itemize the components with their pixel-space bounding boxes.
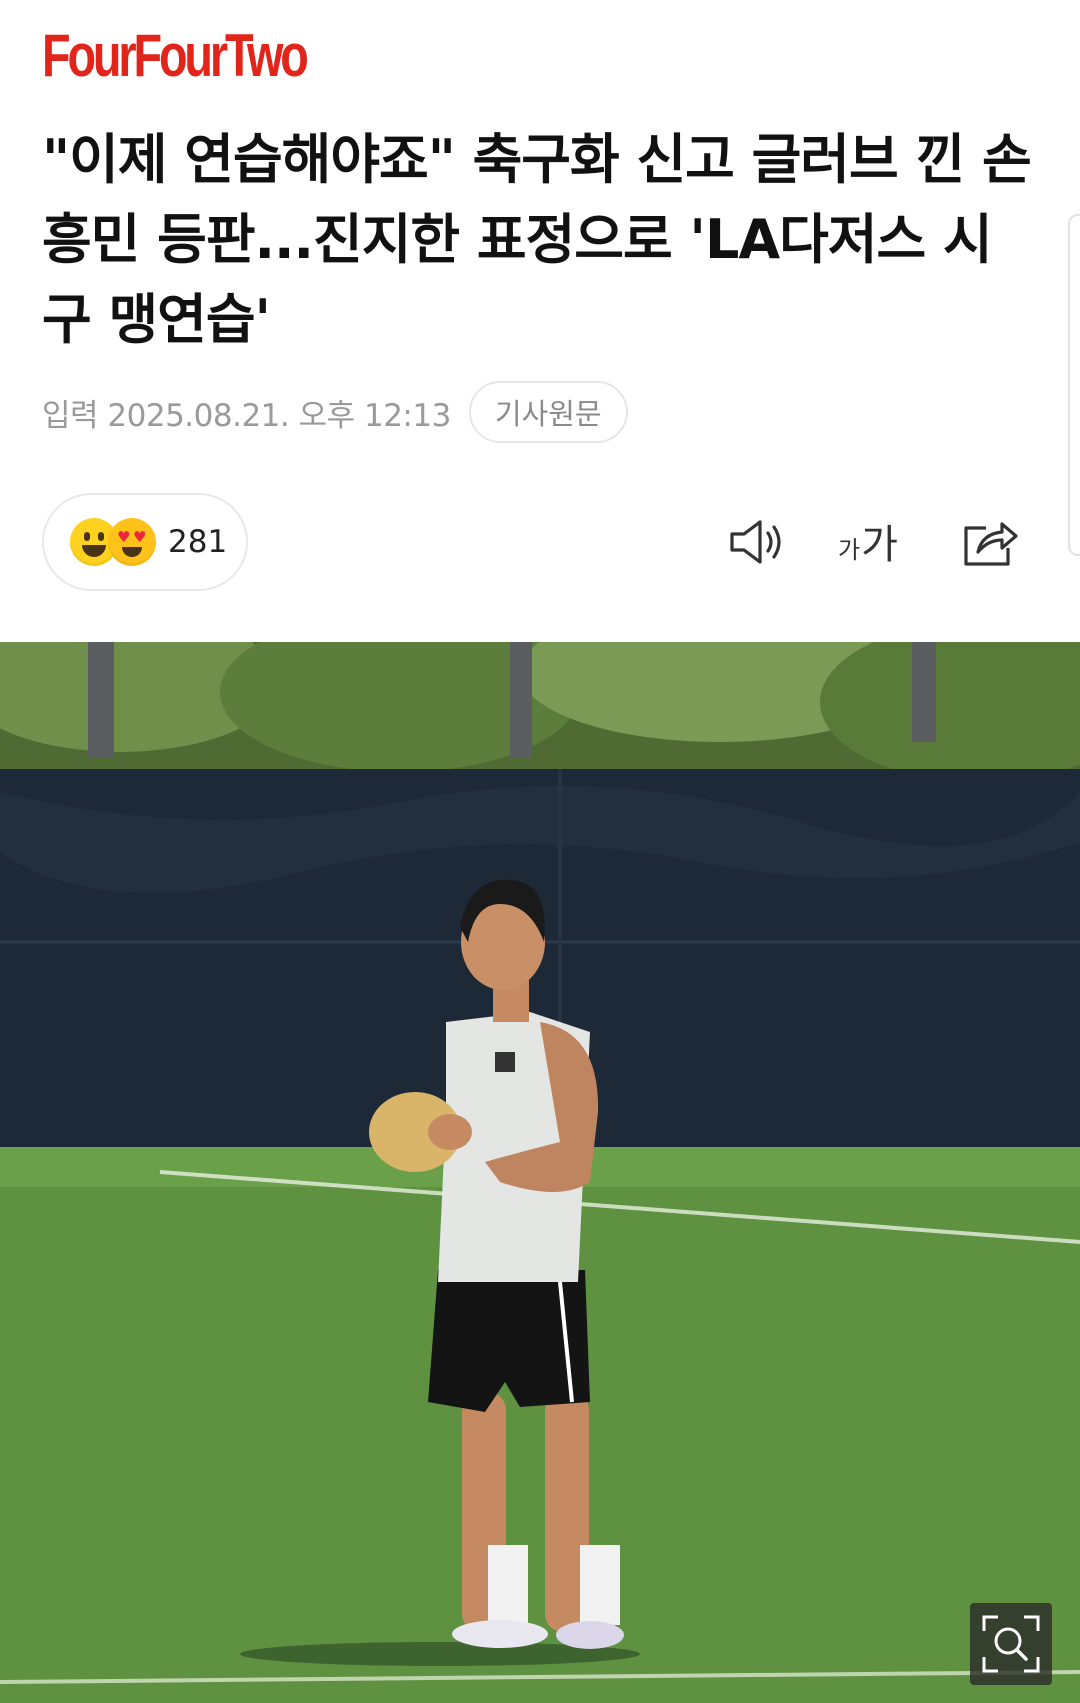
article-photo-image — [0, 642, 1080, 1703]
heart-eyes-face-icon: ♥ ♥ — [108, 518, 156, 566]
reaction-button[interactable]: ♥ ♥ 281 — [42, 493, 248, 591]
zoom-search-icon — [982, 1615, 1040, 1673]
brand-logo[interactable]: FourFourTwo — [42, 26, 309, 86]
article-photo[interactable] — [0, 642, 1080, 1703]
tts-button[interactable] — [726, 512, 790, 572]
font-size-button[interactable]: 가 가 — [838, 512, 898, 572]
article-headline: "이제 연습해야죠" 축구화 신고 글러브 낀 손흥민 등판...진지한 표정으… — [42, 128, 1032, 351]
original-article-button[interactable]: 기사원문 — [468, 381, 628, 443]
share-button[interactable] — [958, 512, 1022, 572]
side-scroll-handle[interactable] — [1068, 214, 1080, 556]
original-article-label: 기사원문 — [494, 397, 602, 431]
article-meta: 입력 2025.08.21. 오후 12:13 기사원문 — [42, 380, 628, 444]
share-icon — [964, 522, 1018, 566]
reaction-count: 281 — [168, 524, 228, 560]
font-size-large-glyph: 가 — [861, 522, 898, 568]
font-size-small-glyph: 가 — [838, 536, 861, 564]
published-date: 입력 2025.08.21. 오후 12:13 — [42, 397, 451, 434]
zoom-button[interactable] — [970, 1603, 1052, 1685]
speaker-icon — [730, 520, 781, 564]
